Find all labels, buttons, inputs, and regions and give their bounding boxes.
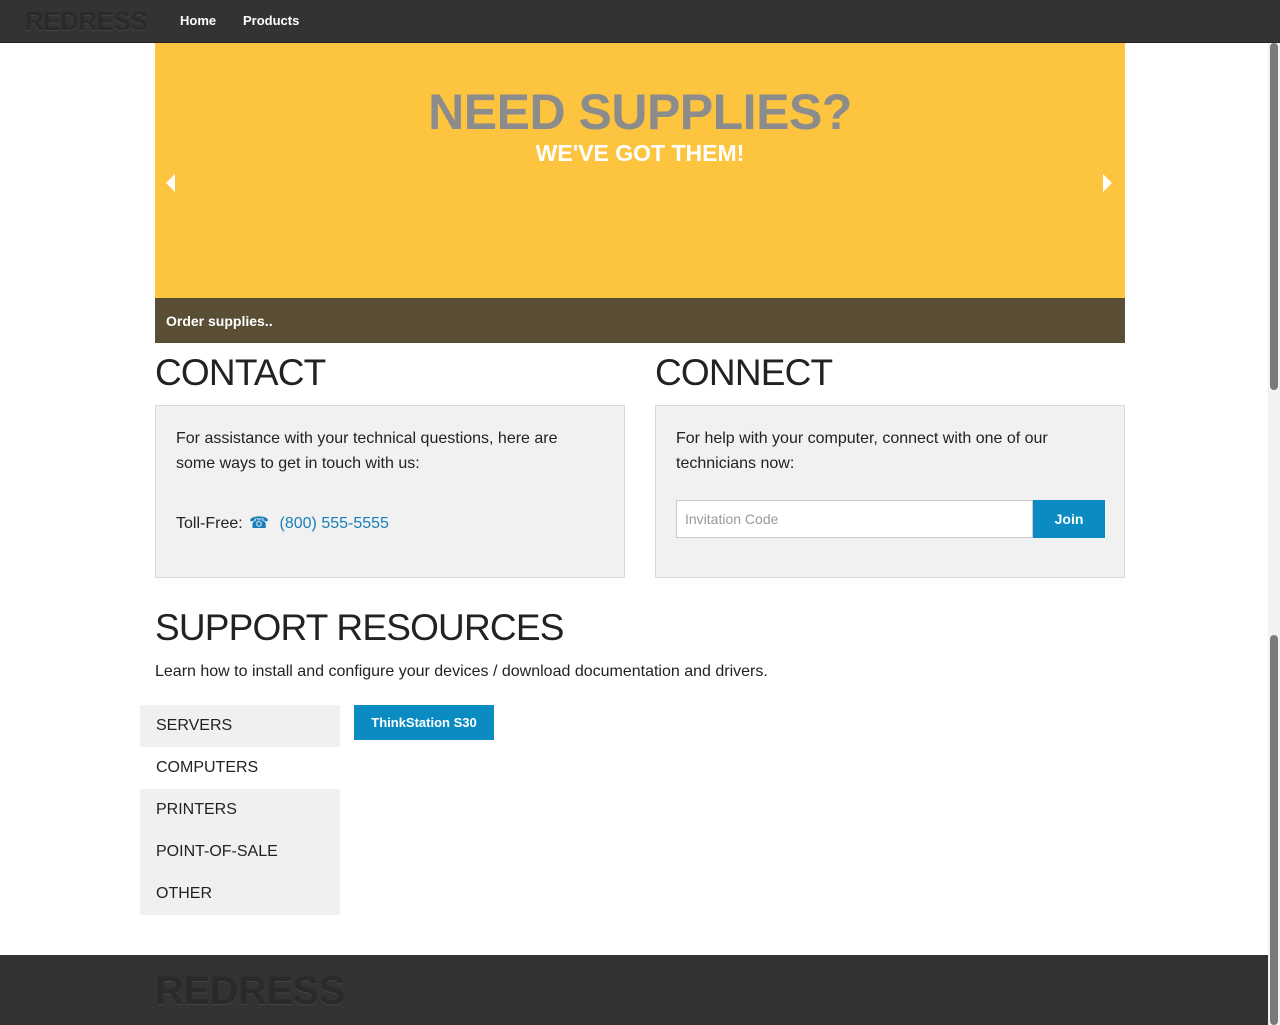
- page-scrollbar[interactable]: [1268, 43, 1280, 1025]
- tollfree-label: Toll-Free:: [176, 515, 243, 532]
- support-description: Learn how to install and configure your …: [155, 663, 768, 680]
- contact-title: CONTACT: [155, 352, 326, 393]
- carousel-caption[interactable]: Order supplies..: [155, 298, 1125, 343]
- carousel-caption-text: Order supplies..: [166, 313, 273, 329]
- category-point-of-sale[interactable]: POINT-OF-SALE: [140, 831, 340, 873]
- contact-panel: For assistance with your technical quest…: [155, 405, 625, 578]
- support-title: SUPPORT RESOURCES: [155, 607, 564, 648]
- category-other[interactable]: OTHER: [140, 873, 340, 915]
- top-navbar: REDRESS Home Products: [0, 0, 1280, 43]
- carousel-headline: NEED SUPPLIES?: [428, 84, 852, 140]
- carousel-subline: WE'VE GOT THEM!: [535, 140, 745, 166]
- nav-link-products[interactable]: Products: [243, 13, 299, 28]
- scrollbar-thumb-upper[interactable]: [1270, 43, 1278, 390]
- connect-text: For help with your computer, connect wit…: [676, 430, 1048, 472]
- carousel-next-icon[interactable]: [1103, 174, 1112, 192]
- category-printers[interactable]: PRINTERS: [140, 789, 340, 831]
- category-computers[interactable]: COMPUTERS: [140, 747, 340, 789]
- contact-text: For assistance with your technical quest…: [176, 430, 558, 472]
- phone-icon: ☎: [249, 515, 270, 532]
- connect-panel: For help with your computer, connect wit…: [655, 405, 1125, 578]
- carousel-prev-icon[interactable]: [166, 174, 175, 192]
- brand-logo[interactable]: REDRESS: [25, 6, 148, 37]
- hero-carousel: NEED SUPPLIES? WE'VE GOT THEM! Order sup…: [155, 43, 1125, 343]
- join-button[interactable]: Join: [1033, 500, 1105, 538]
- invitation-code-input[interactable]: [676, 500, 1033, 538]
- tollfree-line: Toll-Free: ☎ (800) 555-5555: [176, 513, 389, 533]
- footer: REDRESS: [0, 955, 1268, 1025]
- category-servers[interactable]: SERVERS: [140, 705, 340, 747]
- footer-brand-logo: REDRESS: [155, 969, 345, 1013]
- phone-number-link[interactable]: (800) 555-5555: [280, 515, 389, 532]
- category-list: SERVERS COMPUTERS PRINTERS POINT-OF-SALE…: [140, 705, 340, 915]
- product-thinkstation-button[interactable]: ThinkStation S30: [354, 705, 494, 740]
- connect-title: CONNECT: [655, 352, 833, 393]
- nav-link-home[interactable]: Home: [180, 13, 216, 28]
- scrollbar-thumb-lower[interactable]: [1270, 635, 1278, 1025]
